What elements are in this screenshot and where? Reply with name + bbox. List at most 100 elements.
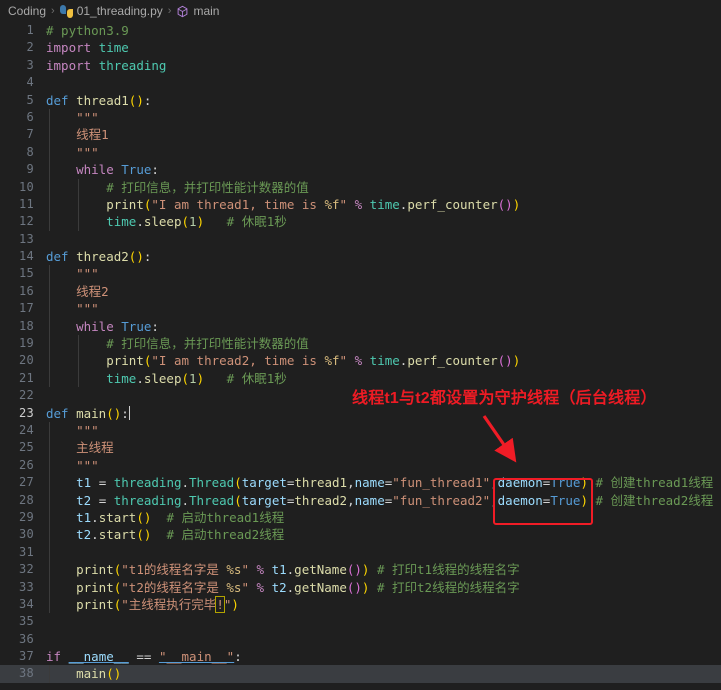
line-number: 19: [18, 336, 34, 351]
code-line[interactable]: 2 import time: [0, 39, 721, 56]
line-content[interactable]: 主线程: [46, 439, 721, 457]
indent-guide: [49, 317, 50, 336]
code-line[interactable]: 22: [0, 387, 721, 404]
line-content[interactable]: print("t2的线程名字是 %s" % t2.getName()) # 打印…: [46, 578, 721, 596]
code-line[interactable]: 18 while True:: [0, 317, 721, 336]
line-content[interactable]: main(): [46, 665, 721, 683]
code-line[interactable]: 21 time.sleep(1) # 休眠1秒: [0, 369, 721, 388]
code-line[interactable]: 33 print("t2的线程名字是 %s" % t2.getName()) #…: [0, 578, 721, 596]
code-line-active[interactable]: 23 def main():: [0, 405, 721, 422]
line-content[interactable]: """: [46, 265, 721, 283]
code-line[interactable]: 15 """: [0, 265, 721, 283]
token-module: threading: [113, 475, 182, 491]
line-content[interactable]: t1.start() # 启动thread1线程: [46, 508, 721, 527]
code-line[interactable]: 8 """: [0, 143, 721, 162]
line-content[interactable]: t2 = threading.Thread(target=thread2,nam…: [46, 491, 721, 509]
indent-guide: [49, 474, 50, 492]
breadcrumb-item-folder[interactable]: Coding: [6, 4, 48, 18]
code-line[interactable]: 25 主线程: [0, 439, 721, 457]
indent-guide: [78, 335, 79, 353]
code-line[interactable]: 20 print("I am thread2, time is %f" % ti…: [0, 352, 721, 370]
indent-guide: [49, 282, 50, 301]
line-content[interactable]: """: [46, 108, 721, 127]
line-content[interactable]: import time: [46, 39, 721, 56]
code-line[interactable]: 29 t1.start() # 启动thread1线程: [0, 508, 721, 527]
line-content[interactable]: while True:: [46, 317, 721, 336]
line-content[interactable]: # 打印信息，并打印性能计数器的值: [46, 335, 721, 353]
line-content[interactable]: print("I am thread2, time is %f" % time.…: [46, 352, 721, 370]
line-content[interactable]: import threading: [46, 57, 721, 74]
line-content[interactable]: """: [46, 143, 721, 162]
code-line[interactable]: 27 t1 = threading.Thread(target=thread1,…: [0, 474, 721, 492]
code-line[interactable]: 5 def thread1():: [0, 92, 721, 109]
line-content[interactable]: def thread2():: [46, 248, 721, 265]
token-variable: t1: [271, 562, 287, 578]
line-content[interactable]: time.sleep(1) # 休眠1秒: [46, 213, 721, 231]
code-line[interactable]: 17 """: [0, 300, 721, 318]
code-line[interactable]: 36: [0, 631, 721, 648]
indent-guide: [49, 491, 50, 509]
indent-guide: [49, 578, 50, 596]
code-line[interactable]: 19 # 打印信息，并打印性能计数器的值: [0, 335, 721, 353]
line-content[interactable]: 线程2: [46, 282, 721, 301]
python-file-icon: [59, 4, 73, 18]
code-line[interactable]: 6 """: [0, 108, 721, 127]
code-line[interactable]: 34 print("主线程执行完毕!"): [0, 595, 721, 614]
code-line[interactable]: 28 t2 = threading.Thread(target=thread2,…: [0, 491, 721, 509]
code-line[interactable]: 16 线程2: [0, 282, 721, 301]
code-line[interactable]: 13: [0, 231, 721, 248]
token-arg-value: thread1: [294, 475, 348, 491]
breadcrumb-item-file[interactable]: 01_threading.py: [58, 4, 165, 18]
token-operator: %: [354, 353, 363, 369]
token-comment: # 打印t1线程的线程名字: [376, 562, 520, 578]
line-content[interactable]: print("t1的线程名字是 %s" % t1.getName()) # 打印…: [46, 561, 721, 579]
line-content[interactable]: # 打印信息，并打印性能计数器的值: [46, 178, 721, 196]
token-number: 1: [189, 370, 197, 386]
code-line[interactable]: 14 def thread2():: [0, 248, 721, 265]
token-operator: %: [256, 562, 265, 578]
breadcrumb-item-symbol[interactable]: main: [174, 4, 221, 18]
code-line[interactable]: 26 """: [0, 456, 721, 475]
line-content[interactable]: print("主线程执行完毕!"): [46, 595, 721, 614]
code-editor[interactable]: 1 # python3.9 2 import time 3 import thr…: [0, 22, 721, 690]
line-content[interactable]: """: [46, 421, 721, 440]
line-content[interactable]: """: [46, 300, 721, 318]
code-line[interactable]: 10 # 打印信息，并打印性能计数器的值: [0, 178, 721, 196]
code-line[interactable]: 30 t2.start() # 启动thread2线程: [0, 526, 721, 544]
line-content[interactable]: if __name__ == "__main__":: [46, 648, 721, 665]
line-content[interactable]: """: [46, 456, 721, 475]
code-line[interactable]: 1 # python3.9: [0, 22, 721, 39]
code-line-selected[interactable]: 38 main(): [0, 665, 721, 683]
code-line[interactable]: 12 time.sleep(1) # 休眠1秒: [0, 213, 721, 231]
code-line[interactable]: 35: [0, 613, 721, 630]
indent-guide: [78, 178, 79, 196]
code-line[interactable]: 31: [0, 543, 721, 562]
code-line[interactable]: 32 print("t1的线程名字是 %s" % t1.getName()) #…: [0, 561, 721, 579]
code-line[interactable]: 24 """: [0, 421, 721, 440]
line-content[interactable]: t2.start() # 启动thread2线程: [46, 526, 721, 544]
line-number: 8: [26, 144, 34, 159]
code-line[interactable]: 11 print("I am thread1, time is %f" % ti…: [0, 195, 721, 214]
line-number: 21: [18, 370, 34, 385]
token-comment: # 创建thread1线程: [595, 475, 714, 491]
token-function-print: print: [76, 596, 114, 612]
code-line[interactable]: 9 while True:: [0, 161, 721, 179]
line-content[interactable]: 线程1: [46, 126, 721, 144]
line-content[interactable]: time.sleep(1) # 休眠1秒: [46, 369, 721, 388]
line-content[interactable]: def thread1():: [46, 92, 721, 109]
line-content[interactable]: def main():: [46, 405, 721, 422]
code-line[interactable]: 4: [0, 74, 721, 91]
line-content[interactable]: while True:: [46, 161, 721, 179]
code-line[interactable]: 37 if __name__ == "__main__":: [0, 648, 721, 665]
line-content[interactable]: print("I am thread1, time is %f" % time.…: [46, 195, 721, 214]
token-keyword-def: def: [46, 92, 69, 108]
token-function-call: perf_counter: [407, 196, 498, 212]
line-content[interactable]: # python3.9: [46, 22, 721, 39]
token-operator: =: [98, 492, 107, 508]
code-line[interactable]: 3 import threading: [0, 57, 721, 74]
line-content[interactable]: t1 = threading.Thread(target=thread1,nam…: [46, 474, 721, 492]
code-line[interactable]: 7 线程1: [0, 126, 721, 144]
line-number: 38: [18, 666, 34, 681]
token-module: time: [106, 214, 137, 230]
breadcrumb[interactable]: Coding › 01_threading.py › main: [0, 0, 721, 22]
